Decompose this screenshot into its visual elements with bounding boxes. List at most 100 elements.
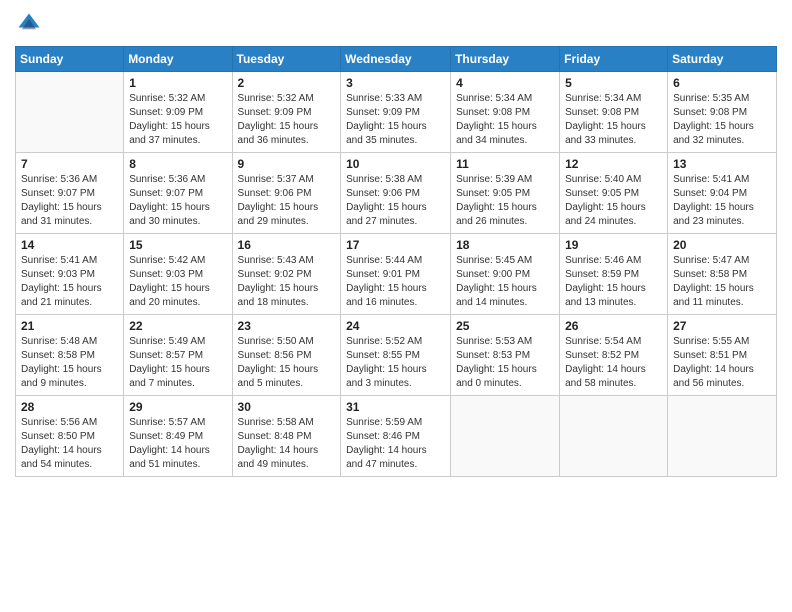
day-number: 2: [238, 76, 336, 90]
day-number: 17: [346, 238, 445, 252]
day-info: Sunrise: 5:46 AM Sunset: 8:59 PM Dayligh…: [565, 254, 662, 310]
day-info: Sunrise: 5:33 AM Sunset: 9:09 PM Dayligh…: [346, 92, 445, 148]
calendar-cell: 9Sunrise: 5:37 AM Sunset: 9:06 PM Daylig…: [232, 153, 341, 234]
calendar-cell: 29 Sunrise: 5:57 AM Sunset: 8:49 PM Dayli…: [124, 396, 232, 477]
day-number: 4: [456, 76, 554, 90]
header: [15, 10, 777, 38]
calendar-cell: 11 Sunrise: 5:39 AM Sunset: 9:05 PM Dayli…: [451, 153, 560, 234]
day-number: 18: [456, 238, 554, 252]
day-number: 16: [238, 238, 336, 252]
calendar-cell: [451, 396, 560, 477]
weekday-header: Saturday: [668, 47, 777, 72]
day-number: 10: [346, 157, 445, 171]
day-info: Sunrise: 5:32 AM Sunset: 9:09 PM Dayligh…: [129, 92, 226, 148]
day-number: 25: [456, 319, 554, 333]
day-info: Sunrise: 5:57 AM Sunset: 8:49 PM Dayligh…: [129, 416, 226, 472]
day-info: Sunrise: 5:36 AM Sunset: 9:07 PM Dayligh…: [21, 173, 118, 229]
day-number: 19: [565, 238, 662, 252]
calendar-cell: 18 Sunrise: 5:45 AM Sunset: 9:00 PM Dayli…: [451, 234, 560, 315]
calendar-week-row: 21 Sunrise: 5:48 AM Sunset: 8:58 PM Dayli…: [16, 315, 777, 396]
calendar-cell: 1 Sunrise: 5:32 AM Sunset: 9:09 PM Daylig…: [124, 72, 232, 153]
calendar-cell: 17 Sunrise: 5:44 AM Sunset: 9:01 PM Dayli…: [341, 234, 451, 315]
day-info: Sunrise: 5:58 AM Sunset: 8:48 PM Dayligh…: [238, 416, 336, 472]
calendar-cell: 2 Sunrise: 5:32 AM Sunset: 9:09 PM Daylig…: [232, 72, 341, 153]
day-info: Sunrise: 5:34 AM Sunset: 9:08 PM Dayligh…: [456, 92, 554, 148]
calendar-table: SundayMondayTuesdayWednesdayThursdayFrid…: [15, 46, 777, 477]
calendar-cell: 30 Sunrise: 5:58 AM Sunset: 8:48 PM Dayli…: [232, 396, 341, 477]
day-info: Sunrise: 5:38 AM Sunset: 9:06 PM Dayligh…: [346, 173, 445, 229]
calendar-week-row: 1 Sunrise: 5:32 AM Sunset: 9:09 PM Daylig…: [16, 72, 777, 153]
day-number: 24: [346, 319, 445, 333]
day-number: 11: [456, 157, 554, 171]
calendar-cell: 5 Sunrise: 5:34 AM Sunset: 9:08 PM Daylig…: [560, 72, 668, 153]
day-info: Sunrise: 5:32 AM Sunset: 9:09 PM Dayligh…: [238, 92, 336, 148]
calendar-cell: 13 Sunrise: 5:41 AM Sunset: 9:04 PM Dayli…: [668, 153, 777, 234]
day-info: Sunrise: 5:55 AM Sunset: 8:51 PM Dayligh…: [673, 335, 771, 391]
day-info: Sunrise: 5:50 AM Sunset: 8:56 PM Dayligh…: [238, 335, 336, 391]
day-number: 6: [673, 76, 771, 90]
calendar-cell: [560, 396, 668, 477]
day-number: 13: [673, 157, 771, 171]
day-number: 1: [129, 76, 226, 90]
weekday-header: Wednesday: [341, 47, 451, 72]
day-info: Sunrise: 5:49 AM Sunset: 8:57 PM Dayligh…: [129, 335, 226, 391]
calendar-cell: 10 Sunrise: 5:38 AM Sunset: 9:06 PM Dayli…: [341, 153, 451, 234]
calendar-cell: 22Sunrise: 5:49 AM Sunset: 8:57 PM Dayli…: [124, 315, 232, 396]
calendar-cell: 12 Sunrise: 5:40 AM Sunset: 9:05 PM Dayli…: [560, 153, 668, 234]
calendar-cell: 8 Sunrise: 5:36 AM Sunset: 9:07 PM Daylig…: [124, 153, 232, 234]
day-number: 29: [129, 400, 226, 414]
day-info: Sunrise: 5:56 AM Sunset: 8:50 PM Dayligh…: [21, 416, 118, 472]
calendar-cell: 23 Sunrise: 5:50 AM Sunset: 8:56 PM Dayli…: [232, 315, 341, 396]
calendar-cell: 28 Sunrise: 5:56 AM Sunset: 8:50 PM Dayli…: [16, 396, 124, 477]
weekday-header: Tuesday: [232, 47, 341, 72]
day-info: Sunrise: 5:53 AM Sunset: 8:53 PM Dayligh…: [456, 335, 554, 391]
day-number: 5: [565, 76, 662, 90]
day-number: 15: [129, 238, 226, 252]
calendar-cell: 16 Sunrise: 5:43 AM Sunset: 9:02 PM Dayli…: [232, 234, 341, 315]
day-number: 21: [21, 319, 118, 333]
day-number: 8: [129, 157, 226, 171]
day-info: Sunrise: 5:52 AM Sunset: 8:55 PM Dayligh…: [346, 335, 445, 391]
day-info: Sunrise: 5:45 AM Sunset: 9:00 PM Dayligh…: [456, 254, 554, 310]
day-info: Sunrise: 5:35 AM Sunset: 9:08 PM Dayligh…: [673, 92, 771, 148]
day-number: 12: [565, 157, 662, 171]
day-number: 28: [21, 400, 118, 414]
day-number: 14: [21, 238, 118, 252]
weekday-header: Thursday: [451, 47, 560, 72]
day-info: Sunrise: 5:48 AM Sunset: 8:58 PM Dayligh…: [21, 335, 118, 391]
day-info: Sunrise: 5:40 AM Sunset: 9:05 PM Dayligh…: [565, 173, 662, 229]
calendar-week-row: 7 Sunrise: 5:36 AM Sunset: 9:07 PM Daylig…: [16, 153, 777, 234]
day-number: 30: [238, 400, 336, 414]
day-number: 20: [673, 238, 771, 252]
page: SundayMondayTuesdayWednesdayThursdayFrid…: [0, 0, 792, 492]
weekday-header: Monday: [124, 47, 232, 72]
day-number: 27: [673, 319, 771, 333]
calendar-cell: 15 Sunrise: 5:42 AM Sunset: 9:03 PM Dayli…: [124, 234, 232, 315]
day-info: Sunrise: 5:42 AM Sunset: 9:03 PM Dayligh…: [129, 254, 226, 310]
calendar-week-row: 14Sunrise: 5:41 AM Sunset: 9:03 PM Dayli…: [16, 234, 777, 315]
day-info: Sunrise: 5:47 AM Sunset: 8:58 PM Dayligh…: [673, 254, 771, 310]
day-info: Sunrise: 5:43 AM Sunset: 9:02 PM Dayligh…: [238, 254, 336, 310]
calendar-cell: 3 Sunrise: 5:33 AM Sunset: 9:09 PM Daylig…: [341, 72, 451, 153]
day-number: 3: [346, 76, 445, 90]
calendar-cell: 7 Sunrise: 5:36 AM Sunset: 9:07 PM Daylig…: [16, 153, 124, 234]
calendar-cell: 4 Sunrise: 5:34 AM Sunset: 9:08 PM Daylig…: [451, 72, 560, 153]
day-info: Sunrise: 5:44 AM Sunset: 9:01 PM Dayligh…: [346, 254, 445, 310]
day-number: 23: [238, 319, 336, 333]
calendar-cell: 31 Sunrise: 5:59 AM Sunset: 8:46 PM Dayli…: [341, 396, 451, 477]
day-number: 9: [238, 157, 336, 171]
day-info: Sunrise: 5:39 AM Sunset: 9:05 PM Dayligh…: [456, 173, 554, 229]
day-info: Sunrise: 5:34 AM Sunset: 9:08 PM Dayligh…: [565, 92, 662, 148]
calendar-cell: 14Sunrise: 5:41 AM Sunset: 9:03 PM Dayli…: [16, 234, 124, 315]
calendar-header-row: SundayMondayTuesdayWednesdayThursdayFrid…: [16, 47, 777, 72]
day-info: Sunrise: 5:59 AM Sunset: 8:46 PM Dayligh…: [346, 416, 445, 472]
day-number: 31: [346, 400, 445, 414]
calendar-cell: 27 Sunrise: 5:55 AM Sunset: 8:51 PM Dayli…: [668, 315, 777, 396]
day-number: 7: [21, 157, 118, 171]
day-info: Sunrise: 5:41 AM Sunset: 9:04 PM Dayligh…: [673, 173, 771, 229]
calendar-cell: 6 Sunrise: 5:35 AM Sunset: 9:08 PM Daylig…: [668, 72, 777, 153]
weekday-header: Friday: [560, 47, 668, 72]
logo-icon: [15, 10, 43, 38]
calendar-week-row: 28 Sunrise: 5:56 AM Sunset: 8:50 PM Dayli…: [16, 396, 777, 477]
day-info: Sunrise: 5:36 AM Sunset: 9:07 PM Dayligh…: [129, 173, 226, 229]
